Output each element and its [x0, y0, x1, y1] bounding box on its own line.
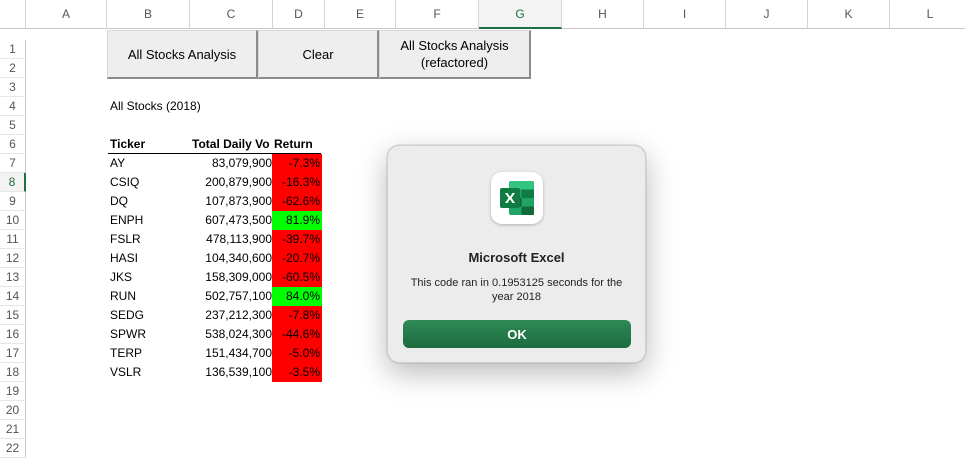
volume-cell[interactable]: 107,873,900: [190, 192, 272, 211]
volume-cell[interactable]: 502,757,100: [190, 287, 272, 306]
ok-button[interactable]: OK: [403, 320, 631, 348]
column-header-d[interactable]: D: [273, 0, 325, 29]
row-header-9[interactable]: 9: [0, 192, 26, 211]
row-header-13[interactable]: 13: [0, 268, 26, 287]
column-header-i[interactable]: I: [644, 0, 726, 29]
row-header-21[interactable]: 21: [0, 420, 26, 439]
ticker-cell[interactable]: FSLR: [110, 230, 141, 249]
ticker-cell[interactable]: RUN: [110, 287, 136, 306]
ticker-cell[interactable]: HASI: [110, 249, 138, 268]
row-header-2[interactable]: 2: [0, 59, 26, 78]
clear-label: Clear: [302, 46, 334, 62]
column-header-b[interactable]: B: [107, 0, 190, 29]
volume-cell[interactable]: 237,212,300: [190, 306, 272, 325]
volume-cell[interactable]: 136,539,100: [190, 363, 272, 382]
report-title: All Stocks (2018): [110, 99, 201, 113]
row-header-20[interactable]: 20: [0, 401, 26, 420]
alert-dialog: Microsoft Excel This code ran in 0.19531…: [387, 145, 646, 363]
volume-cell[interactable]: 607,473,500: [190, 211, 272, 230]
ticker-cell[interactable]: DQ: [110, 192, 128, 211]
row-header-16[interactable]: 16: [0, 325, 26, 344]
row-header-5[interactable]: 5: [0, 116, 26, 135]
return-cell[interactable]: -60.5%: [272, 268, 322, 287]
ticker-cell[interactable]: ENPH: [110, 211, 143, 230]
row-header-14[interactable]: 14: [0, 287, 26, 306]
volume-cell[interactable]: 478,113,900: [190, 230, 272, 249]
return-cell[interactable]: -44.6%: [272, 325, 322, 344]
return-cell[interactable]: 84.0%: [272, 287, 322, 306]
ticker-cell[interactable]: CSIQ: [110, 173, 139, 192]
return-cell[interactable]: -20.7%: [272, 249, 322, 268]
total-daily-volume-header: Total Daily Vo: [192, 137, 270, 151]
column-header-f[interactable]: F: [396, 0, 479, 29]
row-header-12[interactable]: 12: [0, 249, 26, 268]
all-stocks-analysis-refactored-button[interactable]: All Stocks Analysis (refactored): [379, 30, 531, 79]
column-header-l[interactable]: L: [890, 0, 965, 29]
column-header-a[interactable]: A: [26, 0, 107, 29]
return-cell[interactable]: -5.0%: [272, 344, 322, 363]
row-header-1[interactable]: 1: [0, 40, 26, 59]
column-header-e[interactable]: E: [325, 0, 396, 29]
volume-cell[interactable]: 151,434,700: [190, 344, 272, 363]
ticker-cell[interactable]: VSLR: [110, 363, 141, 382]
ticker-header: Ticker: [110, 137, 146, 151]
refactored-label-line2: (refactored): [420, 55, 489, 70]
ticker-cell[interactable]: SPWR: [110, 325, 146, 344]
volume-cell[interactable]: 538,024,300: [190, 325, 272, 344]
column-header-h[interactable]: H: [562, 0, 644, 29]
row-header-7[interactable]: 7: [0, 154, 26, 173]
column-header-c[interactable]: C: [190, 0, 273, 29]
row-header-3[interactable]: 3: [0, 78, 26, 97]
volume-cell[interactable]: 83,079,900: [190, 154, 272, 173]
ticker-cell[interactable]: JKS: [110, 268, 132, 287]
row-header-22[interactable]: 22: [0, 439, 26, 458]
return-cell[interactable]: -16.3%: [272, 173, 322, 192]
clear-button[interactable]: Clear: [258, 30, 379, 79]
row-header-6[interactable]: 6: [0, 135, 26, 154]
return-header: Return: [274, 137, 313, 151]
row-header-17[interactable]: 17: [0, 344, 26, 363]
all-stocks-analysis-label: All Stocks Analysis: [127, 46, 237, 62]
row-header-18[interactable]: 18: [0, 363, 26, 382]
return-cell[interactable]: -7.8%: [272, 306, 322, 325]
volume-cell[interactable]: 104,340,600: [190, 249, 272, 268]
return-cell[interactable]: -3.5%: [272, 363, 322, 382]
row-header-10[interactable]: 10: [0, 211, 26, 230]
row-header-4[interactable]: 4: [0, 97, 26, 116]
ticker-cell[interactable]: TERP: [110, 344, 142, 363]
dialog-message: This code ran in 0.1953125 seconds for t…: [410, 277, 623, 303]
return-cell[interactable]: -7.3%: [272, 154, 322, 173]
row-header-11[interactable]: 11: [0, 230, 26, 249]
volume-cell[interactable]: 158,309,000: [190, 268, 272, 287]
row-header-8[interactable]: 8: [0, 173, 26, 192]
refactored-label-line1: All Stocks Analysis: [400, 38, 509, 53]
ok-label: OK: [507, 326, 527, 342]
row-header-19[interactable]: 19: [0, 382, 26, 401]
return-cell[interactable]: -62.6%: [272, 192, 322, 211]
ticker-cell[interactable]: AY: [110, 154, 125, 173]
return-cell[interactable]: 81.9%: [272, 211, 322, 230]
select-all-corner[interactable]: [0, 0, 26, 29]
return-cell[interactable]: -39.7%: [272, 230, 322, 249]
volume-cell[interactable]: 200,879,900: [190, 173, 272, 192]
row-header-15[interactable]: 15: [0, 306, 26, 325]
ticker-cell[interactable]: SEDG: [110, 306, 144, 325]
column-header-k[interactable]: K: [808, 0, 890, 29]
all-stocks-analysis-button[interactable]: All Stocks Analysis: [107, 30, 258, 79]
column-header-g[interactable]: G: [479, 0, 562, 29]
excel-app-icon: [491, 172, 543, 224]
column-header-j[interactable]: J: [726, 0, 808, 29]
dialog-title: Microsoft Excel: [468, 250, 565, 265]
